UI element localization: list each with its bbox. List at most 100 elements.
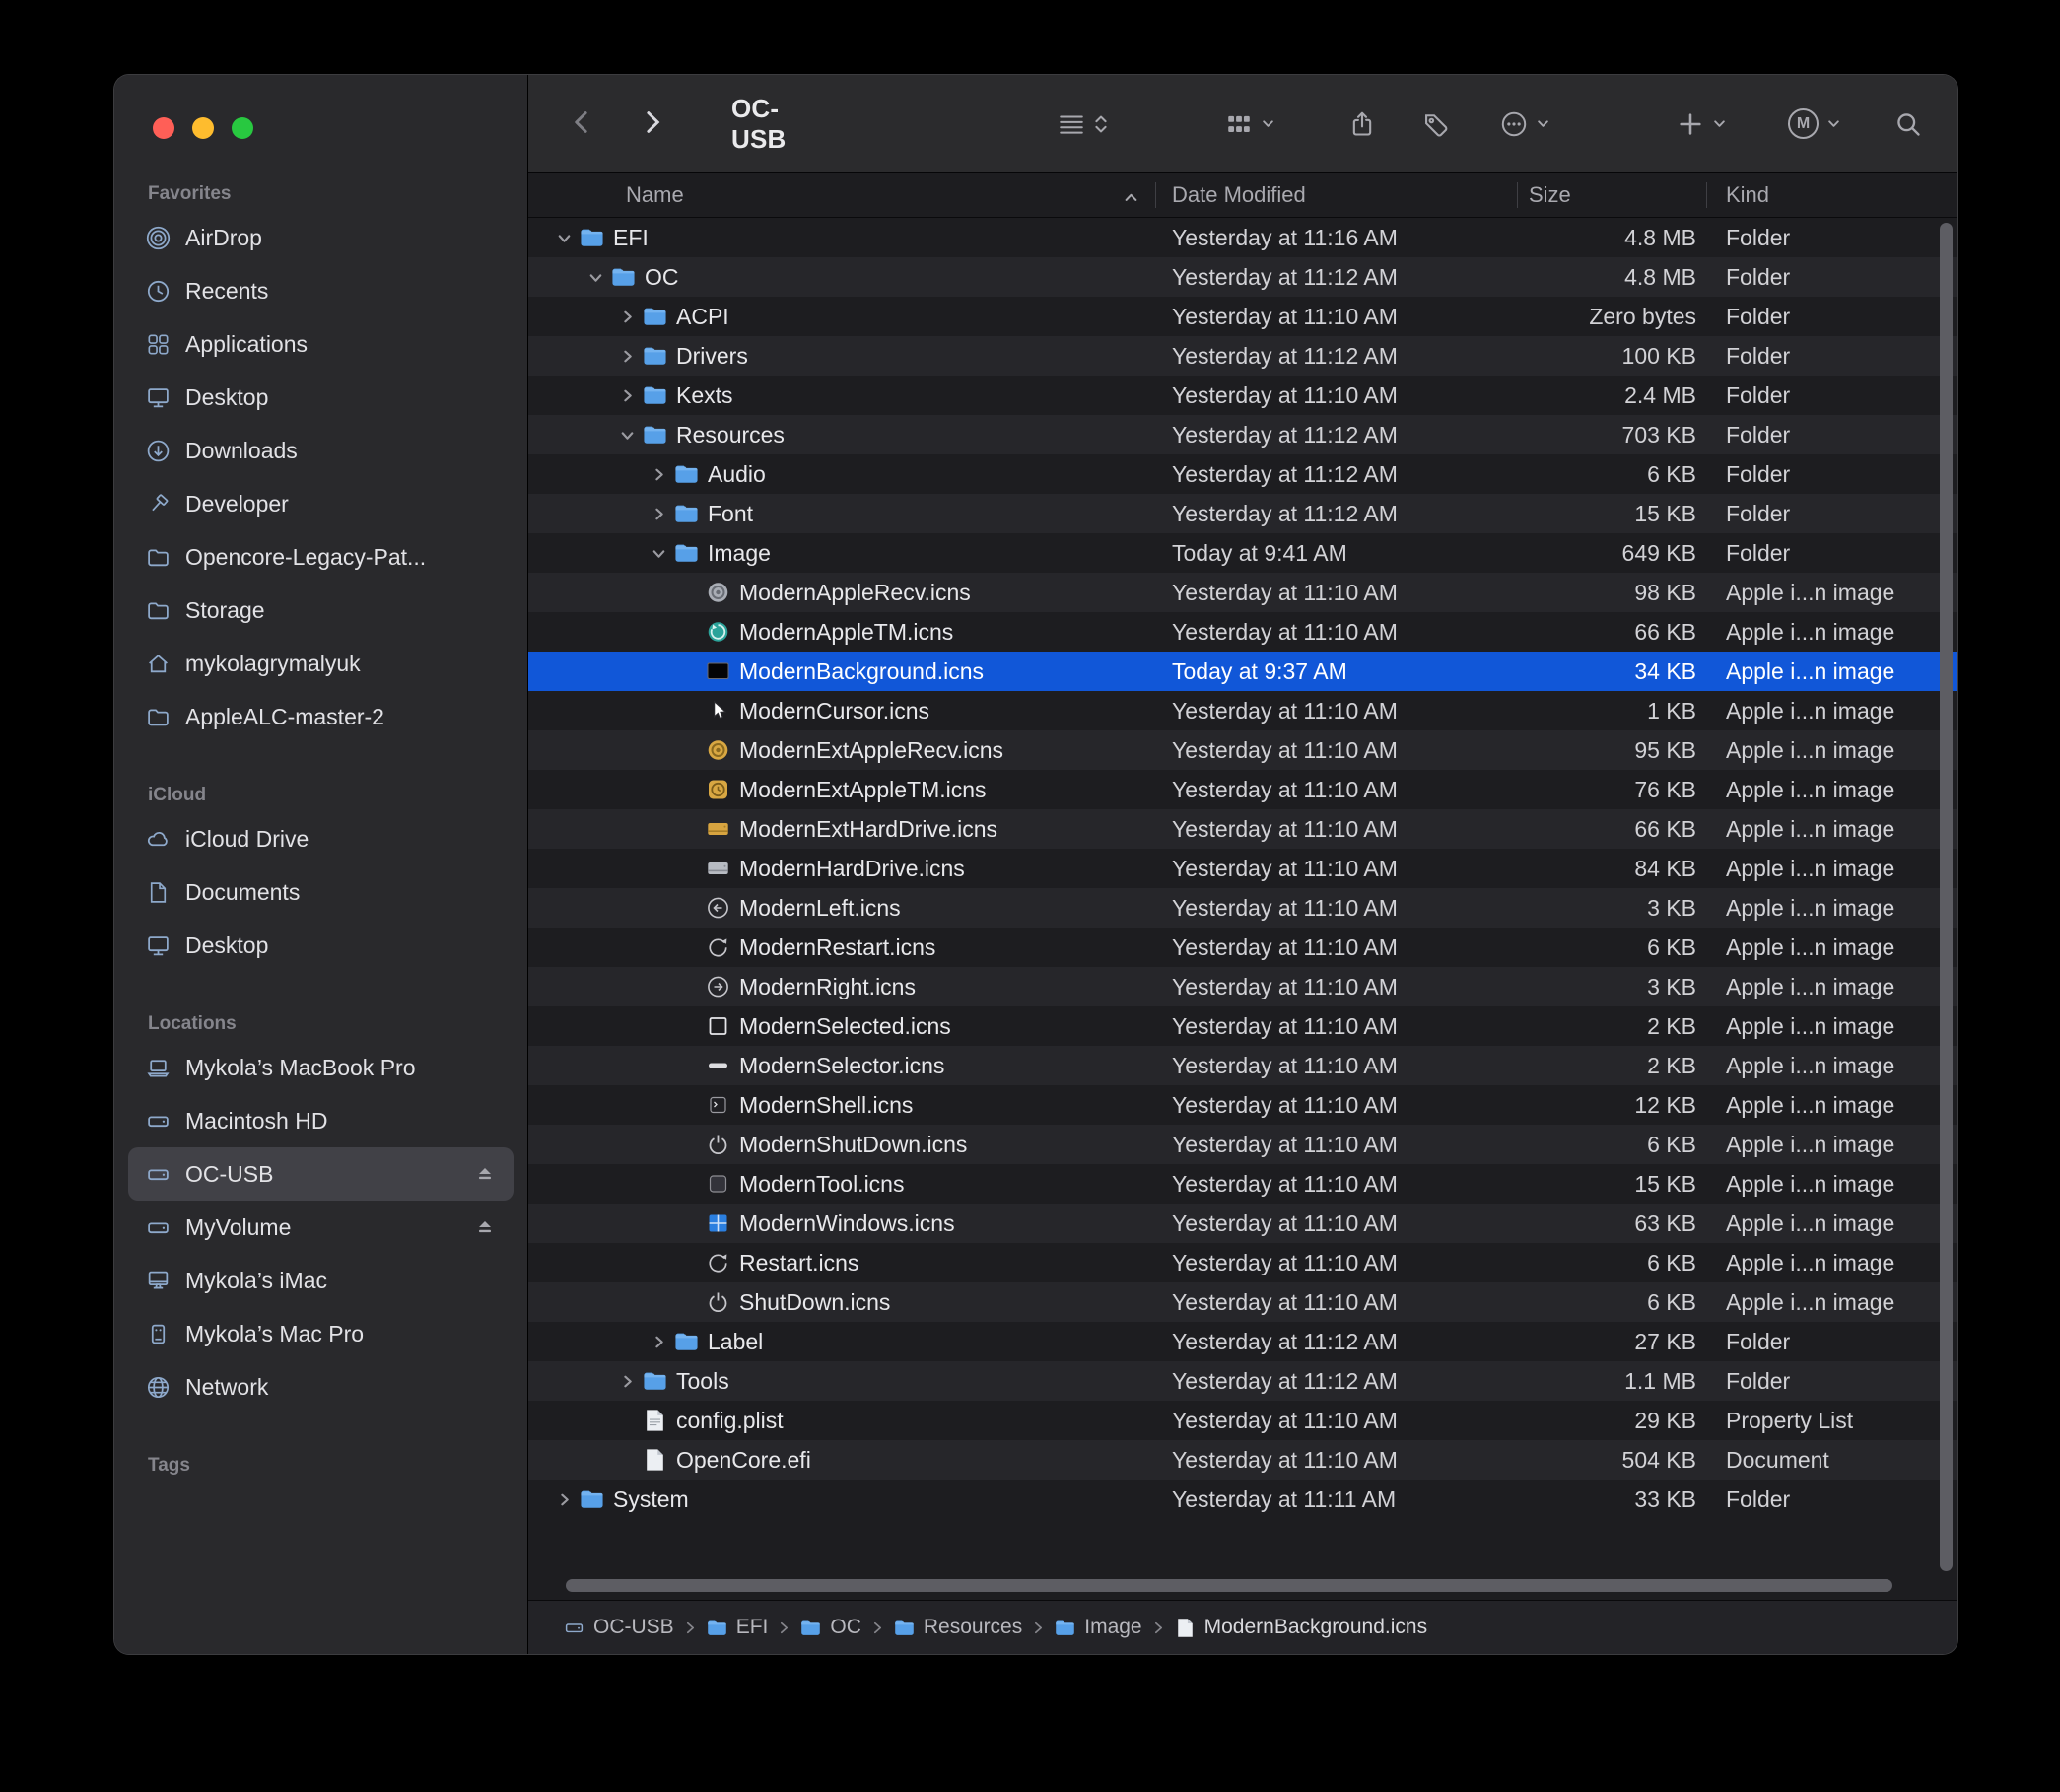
sidebar-item-network[interactable]: Network <box>128 1360 514 1413</box>
column-header-kind[interactable]: Kind <box>1706 173 1957 217</box>
file-row-restart-icns[interactable]: Restart.icnsYesterday at 11:10 AM6 KBApp… <box>528 1243 1957 1282</box>
disclosure-triangle[interactable] <box>645 1334 672 1350</box>
file-row-modernshell-icns[interactable]: ModernShell.icnsYesterday at 11:10 AM12 … <box>528 1085 1957 1125</box>
file-row-modernrestart-icns[interactable]: ModernRestart.icnsYesterday at 11:10 AM6… <box>528 928 1957 967</box>
file-row-modernbackground-icns[interactable]: ModernBackground.icnsToday at 9:37 AM34 … <box>528 652 1957 691</box>
path-item-image[interactable]: Image <box>1055 1616 1141 1639</box>
view-options-button[interactable] <box>1058 110 1109 138</box>
file-row-modernapplerecv-icns[interactable]: ModernAppleRecv.icnsYesterday at 11:10 A… <box>528 573 1957 612</box>
sidebar-item-myvolume[interactable]: MyVolume <box>128 1201 514 1254</box>
file-kind: Apple i...n image <box>1706 928 1957 967</box>
sidebar-item-applealc-master-2[interactable]: AppleALC-master-2 <box>128 690 514 743</box>
sidebar-item-desktop[interactable]: Desktop <box>128 919 514 972</box>
file-row-config-plist[interactable]: config.plistYesterday at 11:10 AM29 KBPr… <box>528 1401 1957 1440</box>
file-row-shutdown-icns[interactable]: ShutDown.icnsYesterday at 11:10 AM6 KBAp… <box>528 1282 1957 1322</box>
back-button[interactable] <box>568 107 597 140</box>
share-button[interactable] <box>1348 110 1376 138</box>
sidebar-item-developer[interactable]: Developer <box>128 477 514 530</box>
file-row-audio[interactable]: AudioYesterday at 11:12 AM6 KBFolder <box>528 454 1957 494</box>
disclosure-triangle[interactable] <box>613 387 641 404</box>
file-row-tools[interactable]: ToolsYesterday at 11:12 AM1.1 MBFolder <box>528 1361 1957 1401</box>
disclosure-triangle[interactable] <box>613 348 641 365</box>
file-row-oc[interactable]: OCYesterday at 11:12 AM4.8 MBFolder <box>528 257 1957 297</box>
sidebar-item-opencore-legacy-pat[interactable]: Opencore-Legacy-Pat... <box>128 530 514 584</box>
sidebar-item-mykolagrymalyuk[interactable]: mykolagrymalyuk <box>128 637 514 690</box>
sidebar-item-icloud-drive[interactable]: iCloud Drive <box>128 812 514 865</box>
account-button[interactable]: M <box>1788 108 1841 139</box>
sidebar-item-mykola-s-imac[interactable]: Mykola’s iMac <box>128 1254 514 1307</box>
file-row-modernshutdown-icns[interactable]: ModernShutDown.icnsYesterday at 11:10 AM… <box>528 1125 1957 1164</box>
sidebar-item-downloads[interactable]: Downloads <box>128 424 514 477</box>
sidebar-item-airdrop[interactable]: AirDrop <box>128 211 514 264</box>
file-date-modified: Yesterday at 11:10 AM <box>1155 928 1517 967</box>
file-row-image[interactable]: ImageToday at 9:41 AM649 KBFolder <box>528 533 1957 573</box>
eject-icon[interactable] <box>472 1214 498 1240</box>
file-row-drivers[interactable]: DriversYesterday at 11:12 AM100 KBFolder <box>528 336 1957 376</box>
path-item-efi[interactable]: EFI <box>707 1616 769 1639</box>
file-row-acpi[interactable]: ACPIYesterday at 11:10 AMZero bytesFolde… <box>528 297 1957 336</box>
disclosure-triangle[interactable] <box>582 269 609 286</box>
path-item-modernbackground-icns[interactable]: ModernBackground.icns <box>1175 1616 1427 1639</box>
sidebar-item-macintosh-hd[interactable]: Macintosh HD <box>128 1094 514 1147</box>
column-header-size[interactable]: Size <box>1517 173 1706 217</box>
file-row-modernleft-icns[interactable]: ModernLeft.icnsYesterday at 11:10 AM3 KB… <box>528 888 1957 928</box>
plist-icon <box>641 1407 668 1434</box>
sidebar-item-desktop[interactable]: Desktop <box>128 371 514 424</box>
file-row-modernextappletm-icns[interactable]: ModernExtAppleTM.icnsYesterday at 11:10 … <box>528 770 1957 809</box>
add-button[interactable] <box>1677 110 1727 138</box>
minimize-button[interactable] <box>192 117 214 139</box>
file-row-efi[interactable]: EFIYesterday at 11:16 AM4.8 MBFolder <box>528 218 1957 257</box>
folder-fill-icon <box>894 1618 915 1638</box>
file-row-label[interactable]: LabelYesterday at 11:12 AM27 KBFolder <box>528 1322 1957 1361</box>
file-row-opencore-efi[interactable]: OpenCore.efiYesterday at 11:10 AM504 KBD… <box>528 1440 1957 1480</box>
sidebar-item-mykola-s-macbook-pro[interactable]: Mykola’s MacBook Pro <box>128 1041 514 1094</box>
disclosure-triangle[interactable] <box>550 230 578 246</box>
path-item-resources[interactable]: Resources <box>894 1616 1022 1639</box>
file-row-modernselector-icns[interactable]: ModernSelector.icnsYesterday at 11:10 AM… <box>528 1046 1957 1085</box>
eject-icon[interactable] <box>472 1161 498 1187</box>
path-item-oc-usb[interactable]: OC-USB <box>564 1616 674 1639</box>
imac-icon <box>144 1268 172 1293</box>
sidebar-item-label: OC-USB <box>185 1161 458 1188</box>
file-row-modernextharddrive-icns[interactable]: ModernExtHardDrive.icnsYesterday at 11:1… <box>528 809 1957 849</box>
disclosure-triangle[interactable] <box>645 545 672 562</box>
file-row-modernappletm-icns[interactable]: ModernAppleTM.icnsYesterday at 11:10 AM6… <box>528 612 1957 652</box>
column-header-date-modified[interactable]: Date Modified <box>1155 173 1517 217</box>
group-by-button[interactable] <box>1225 110 1275 138</box>
disclosure-triangle[interactable] <box>613 1373 641 1390</box>
forward-button[interactable] <box>637 107 666 140</box>
sidebar-item-oc-usb[interactable]: OC-USB <box>128 1147 514 1201</box>
file-row-moderncursor-icns[interactable]: ModernCursor.icnsYesterday at 11:10 AM1 … <box>528 691 1957 730</box>
shutdown-power-icon <box>704 1288 731 1316</box>
vertical-scrollbar[interactable] <box>1940 223 1953 1571</box>
file-row-modernselected-icns[interactable]: ModernSelected.icnsYesterday at 11:10 AM… <box>528 1006 1957 1046</box>
path-item-oc[interactable]: OC <box>800 1616 861 1639</box>
file-row-modernright-icns[interactable]: ModernRight.icnsYesterday at 11:10 AM3 K… <box>528 967 1957 1006</box>
file-row-modernharddrive-icns[interactable]: ModernHardDrive.icnsYesterday at 11:10 A… <box>528 849 1957 888</box>
sidebar-item-applications[interactable]: Applications <box>128 317 514 371</box>
file-date-modified: Yesterday at 11:12 AM <box>1155 1322 1517 1361</box>
file-row-modernextapplerecv-icns[interactable]: ModernExtAppleRecv.icnsYesterday at 11:1… <box>528 730 1957 770</box>
horizontal-scrollbar[interactable] <box>566 1579 1892 1592</box>
sidebar-item-documents[interactable]: Documents <box>128 865 514 919</box>
sidebar-item-recents[interactable]: Recents <box>128 264 514 317</box>
disclosure-triangle[interactable] <box>550 1491 578 1508</box>
disclosure-triangle[interactable] <box>645 466 672 483</box>
disclosure-triangle[interactable] <box>613 309 641 325</box>
column-header-name[interactable]: Name <box>528 173 1155 217</box>
close-button[interactable] <box>153 117 174 139</box>
file-row-modernwindows-icns[interactable]: ModernWindows.icnsYesterday at 11:10 AM6… <box>528 1204 1957 1243</box>
more-actions-button[interactable] <box>1500 110 1550 138</box>
sidebar-item-storage[interactable]: Storage <box>128 584 514 637</box>
sidebar-item-mykola-s-mac-pro[interactable]: Mykola’s Mac Pro <box>128 1307 514 1360</box>
file-row-kexts[interactable]: KextsYesterday at 11:10 AM2.4 MBFolder <box>528 376 1957 415</box>
file-row-resources[interactable]: ResourcesYesterday at 11:12 AM703 KBFold… <box>528 415 1957 454</box>
search-button[interactable] <box>1894 110 1922 138</box>
tags-button[interactable] <box>1422 110 1450 138</box>
disclosure-triangle[interactable] <box>613 427 641 444</box>
file-row-moderntool-icns[interactable]: ModernTool.icnsYesterday at 11:10 AM15 K… <box>528 1164 1957 1204</box>
file-row-font[interactable]: FontYesterday at 11:12 AM15 KBFolder <box>528 494 1957 533</box>
disclosure-triangle[interactable] <box>645 506 672 522</box>
file-row-system[interactable]: SystemYesterday at 11:11 AM33 KBFolder <box>528 1480 1957 1519</box>
zoom-button[interactable] <box>232 117 253 139</box>
